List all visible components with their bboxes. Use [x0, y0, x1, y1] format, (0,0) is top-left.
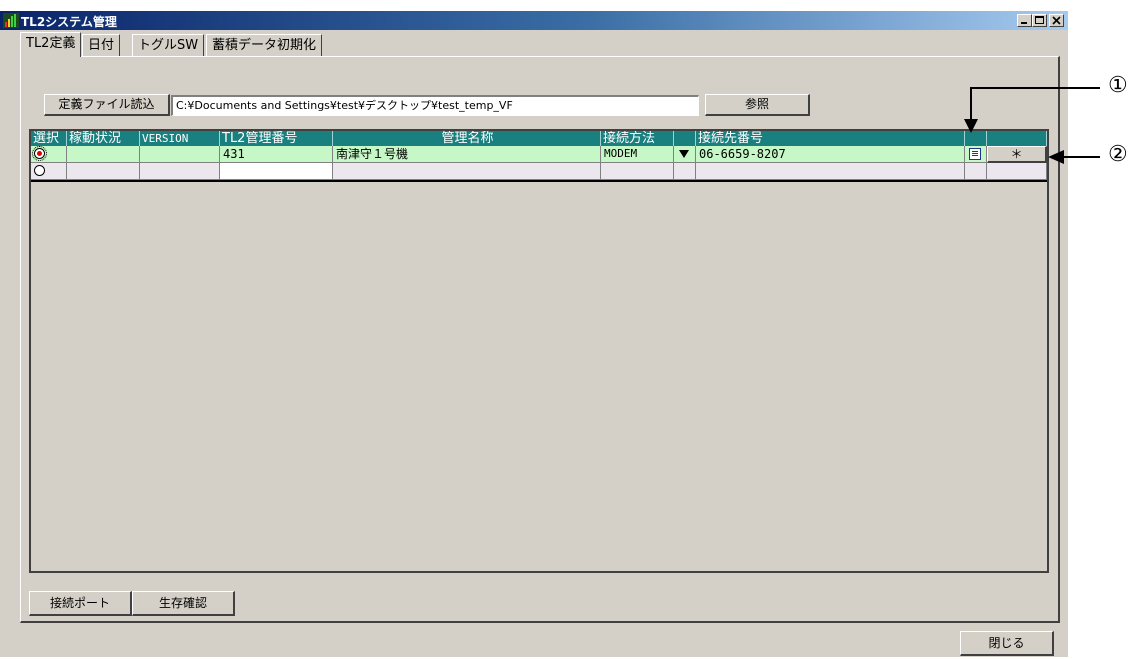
- number-cell[interactable]: 431: [220, 146, 333, 163]
- definition-grid: 選択 稼動状況 VERSION TL2管理番号 管理名称 接続方法 接続先番号 …: [29, 129, 1049, 573]
- grid-row-divider: [31, 180, 1047, 182]
- load-definition-button[interactable]: 定義ファイル読込: [44, 94, 170, 116]
- window-title: TL2システム管理: [21, 15, 117, 29]
- name-cell[interactable]: [333, 163, 601, 180]
- status-cell: [67, 146, 140, 163]
- tab-toggle-sw[interactable]: トグルSW: [132, 34, 205, 56]
- connection-port-button[interactable]: 接続ポート: [29, 591, 132, 616]
- annotation-arrows: [964, 87, 1100, 164]
- arrow-down-icon: [964, 119, 978, 133]
- tab-tl2-definition[interactable]: TL2定義: [20, 32, 82, 57]
- method-cell[interactable]: MODEM: [601, 146, 674, 163]
- header-tl2-number: TL2管理番号: [220, 131, 333, 146]
- header-version: VERSION: [140, 131, 220, 146]
- close-button[interactable]: 閉じる: [960, 631, 1054, 656]
- dropdown-arrow-icon: [679, 150, 689, 158]
- version-cell: [140, 163, 220, 180]
- phone-cell[interactable]: [696, 163, 965, 180]
- definition-path-field[interactable]: C:¥Documents and Settings¥test¥デスクトップ¥te…: [171, 95, 699, 116]
- minimize-icon: [1021, 22, 1027, 24]
- maximize-icon: [1035, 16, 1044, 24]
- title-bar[interactable]: TL2システム管理: [0, 11, 1068, 30]
- header-select: 選択: [31, 131, 67, 146]
- row-select-radio[interactable]: [34, 165, 45, 176]
- minimize-button[interactable]: [1017, 14, 1032, 27]
- header-phone: 接続先番号: [696, 131, 965, 146]
- header-dropdown: [674, 131, 696, 146]
- alive-check-button[interactable]: 生存確認: [132, 591, 235, 616]
- close-icon: [1052, 16, 1061, 25]
- header-status: 稼動状況: [67, 131, 140, 146]
- select-cell[interactable]: [31, 163, 67, 180]
- header-name: 管理名称: [333, 131, 601, 146]
- tab-stored-data-init[interactable]: 蓄積データ初期化: [206, 34, 323, 56]
- header-method: 接続方法: [601, 131, 674, 146]
- method-dropdown[interactable]: [674, 146, 696, 163]
- maximize-button[interactable]: [1032, 14, 1047, 27]
- tab-label: TL2定義: [26, 36, 76, 51]
- tab-date[interactable]: 日付: [82, 34, 121, 56]
- tab-label: 蓄積データ初期化: [212, 38, 317, 53]
- annotation-2: ②: [1108, 142, 1128, 167]
- row-select-radio[interactable]: [32, 146, 47, 161]
- method-dropdown[interactable]: [674, 163, 696, 180]
- method-cell[interactable]: [601, 163, 674, 180]
- browse-button[interactable]: 参照: [705, 94, 810, 116]
- tab-label: 日付: [88, 38, 115, 53]
- annotation-1: ①: [1108, 73, 1128, 98]
- select-cell[interactable]: [31, 146, 67, 163]
- arrow-left-icon: [1048, 150, 1064, 164]
- close-window-button[interactable]: [1049, 14, 1064, 27]
- tab-label: トグルSW: [138, 38, 199, 53]
- app-icon: [3, 13, 19, 28]
- version-cell: [140, 146, 220, 163]
- name-cell[interactable]: 南津守１号機: [333, 146, 601, 163]
- number-cell[interactable]: [220, 163, 333, 180]
- phone-cell[interactable]: 06-6659-8207: [696, 146, 965, 163]
- status-cell: [67, 163, 140, 180]
